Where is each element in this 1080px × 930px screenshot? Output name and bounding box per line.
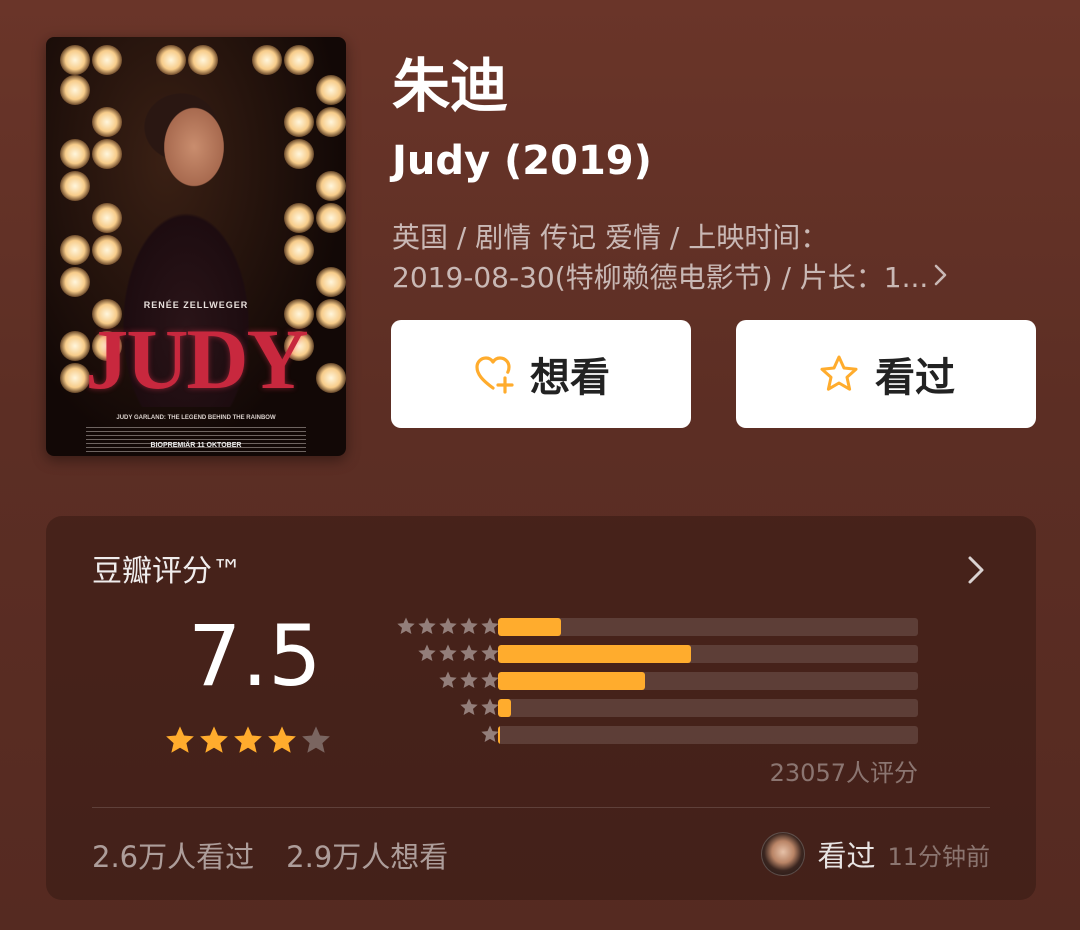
star-small-icon xyxy=(460,671,478,688)
meta-line-1: 英国 / 剧情 传记 爱情 / 上映时间： xyxy=(392,221,829,254)
poster-bulb xyxy=(316,171,346,201)
want-to-watch-label: 想看 xyxy=(530,355,610,401)
star-small-icon xyxy=(481,698,499,715)
seen-count[interactable]: 2.6万人看过 xyxy=(92,836,254,878)
row-stars xyxy=(396,616,500,636)
friend-activity[interactable]: 看过 11分钟前 xyxy=(761,832,990,876)
want-count[interactable]: 2.9万人想看 xyxy=(286,836,448,878)
rating-stars xyxy=(164,724,332,756)
rating-bar-track xyxy=(498,726,918,744)
star-small-icon xyxy=(460,644,478,661)
poster-tagline: JUDY GARLAND: THE LEGEND BEHIND THE RAIN… xyxy=(116,415,276,421)
rating-bar-fill xyxy=(498,618,561,636)
star-small-icon xyxy=(460,617,478,634)
poster-bulb xyxy=(156,45,186,75)
star-filled-icon xyxy=(166,726,194,753)
poster-bulb xyxy=(284,203,314,233)
poster-bulb xyxy=(284,139,314,169)
heart-plus-icon xyxy=(472,352,516,396)
star-small-icon xyxy=(397,617,415,634)
poster-title: JUDY xyxy=(85,311,308,407)
poster-bulb xyxy=(316,75,346,105)
star-small-icon xyxy=(481,671,499,688)
star-filled-icon xyxy=(200,726,228,753)
rating-bar-track xyxy=(498,672,918,690)
poster-bulb xyxy=(92,45,122,75)
star-small-icon xyxy=(418,644,436,661)
row-stars xyxy=(480,724,500,744)
poster-bulb xyxy=(316,267,346,297)
star-outline-icon xyxy=(817,352,861,396)
rating-title: 豆瓣评分™ xyxy=(92,554,242,589)
star-empty-icon xyxy=(302,726,330,753)
watched-label: 看过 xyxy=(875,355,955,401)
rating-row-2-star xyxy=(376,697,936,717)
poster-bulb xyxy=(188,45,218,75)
movie-poster[interactable]: RENÉE ZELLWEGER JUDY JUDY GARLAND: THE L… xyxy=(46,37,346,456)
star-filled-icon xyxy=(234,726,262,753)
poster-premiere: BIOPREMIÄR 11 OKTOBER xyxy=(150,442,242,449)
star-small-icon xyxy=(439,617,457,634)
rating-row-4-star xyxy=(376,643,936,663)
rating-bar-fill xyxy=(498,672,645,690)
poster-bulb xyxy=(284,45,314,75)
star-small-icon xyxy=(481,725,499,742)
poster-bulb xyxy=(316,203,346,233)
poster-credits xyxy=(86,427,306,453)
rating-row-1-star xyxy=(376,724,936,744)
divider xyxy=(92,807,990,808)
activity-action: 看过 xyxy=(817,839,876,873)
rating-bar-track xyxy=(498,645,918,663)
activity-time: 11分钟前 xyxy=(887,842,990,871)
row-stars xyxy=(459,697,500,717)
poster-bulb xyxy=(316,107,346,137)
chevron-right-icon[interactable] xyxy=(964,554,988,586)
rating-bar-fill xyxy=(498,726,501,744)
chevron-right-icon[interactable] xyxy=(932,258,950,298)
star-filled-icon xyxy=(268,726,296,753)
rating-score: 7.5 xyxy=(188,607,322,705)
movie-title-cn: 朱迪 xyxy=(392,52,509,120)
star-small-icon xyxy=(418,617,436,634)
row-stars xyxy=(417,643,500,663)
avatar[interactable] xyxy=(761,832,806,876)
poster-bulb xyxy=(252,45,282,75)
rating-bar-track xyxy=(498,699,918,717)
rating-bar-fill xyxy=(498,699,511,717)
audience-stats: 2.6万人看过 2.9万人想看 xyxy=(92,836,448,878)
movie-title-en: Judy (2019) xyxy=(392,138,652,184)
star-small-icon xyxy=(439,644,457,661)
meta-line-2: 2019-08-30(特柳赖德电影节) / 片长：1... xyxy=(392,261,929,294)
star-small-icon xyxy=(460,698,478,715)
poster-bulb xyxy=(60,45,90,75)
poster-bulb xyxy=(284,107,314,137)
poster-bulb xyxy=(284,235,314,265)
meta-line-2-wrap: 2019-08-30(特柳赖德电影节) / 片长：1... xyxy=(392,258,1012,298)
movie-meta[interactable]: 英国 / 剧情 传记 爱情 / 上映时间： 2019-08-30(特柳赖德电影节… xyxy=(392,218,1012,298)
rating-row-3-star xyxy=(376,670,936,690)
rating-row-5-star xyxy=(376,616,936,636)
rating-card[interactable]: 豆瓣评分™ 7.5 23057人评分 2.6万人看过 2.9万人想看 看过 11… xyxy=(46,516,1036,900)
star-small-icon xyxy=(481,644,499,661)
rating-bar-fill xyxy=(498,645,692,663)
row-stars xyxy=(438,670,500,690)
rating-count: 23057人评分 xyxy=(769,759,918,787)
rating-bar-track xyxy=(498,618,918,636)
star-small-icon xyxy=(439,671,457,688)
watched-button[interactable]: 看过 xyxy=(736,320,1036,428)
star-small-icon xyxy=(481,617,499,634)
want-to-watch-button[interactable]: 想看 xyxy=(391,320,691,428)
